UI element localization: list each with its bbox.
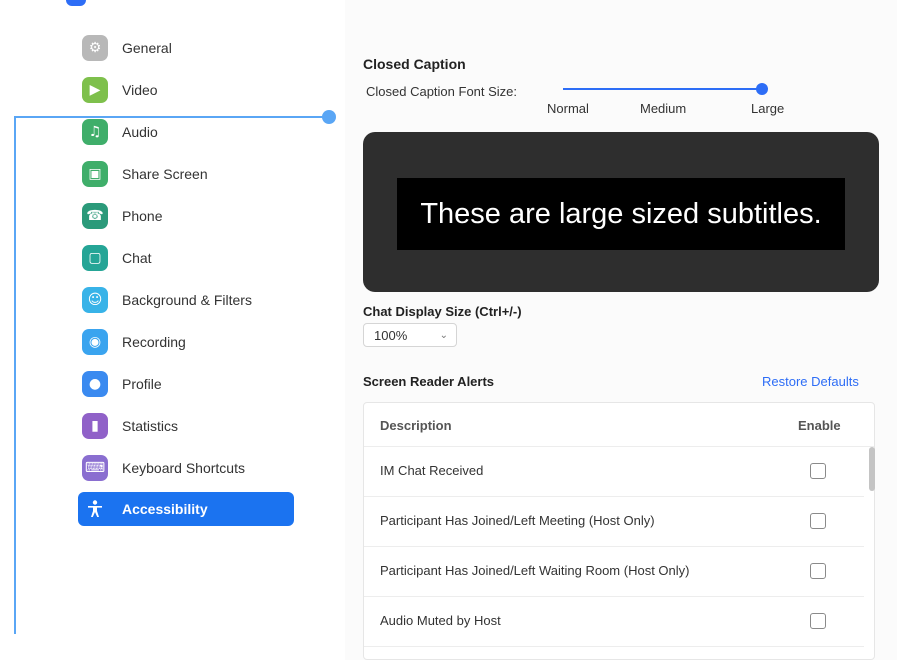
enable-checkbox[interactable] (810, 613, 826, 629)
sidebar-item-label: Phone (122, 208, 163, 224)
accessibility-icon (82, 496, 108, 522)
sidebar-item-phone[interactable]: ☎ Phone (78, 199, 294, 233)
slider-option-large: Large (751, 101, 785, 116)
row-description: Participant Has Joined/Left Meeting (Hos… (380, 513, 655, 528)
table-row: IM Chat Received (364, 447, 864, 497)
screen-reader-alerts-title: Screen Reader Alerts (363, 374, 495, 389)
row-description: Audio Muted by Host (380, 613, 501, 628)
sidebar-item-label: Audio (122, 124, 158, 140)
sidebar-item-label: Accessibility (122, 501, 208, 517)
sidebar-item-background-filters[interactable]: ☺ Background & Filters (78, 283, 294, 317)
column-header-enable: Enable (798, 418, 841, 433)
keyboard-icon: ⌨ (82, 455, 108, 481)
video-camera-icon: ▶ (82, 77, 108, 103)
connector-line (14, 116, 330, 118)
sidebar-item-general[interactable]: ⚙ General (78, 31, 294, 65)
sidebar-item-label: Chat (122, 250, 152, 266)
chat-display-size-select[interactable]: 100% ⌄ (363, 323, 457, 347)
recording-icon: ◉ (82, 329, 108, 355)
sidebar-item-profile[interactable]: ● Profile (78, 367, 294, 401)
screen-reader-alerts-table: Description Enable IM Chat Received Part… (363, 402, 875, 660)
column-header-description: Description (380, 418, 452, 433)
sidebar-item-label: General (122, 40, 172, 56)
restore-defaults-link[interactable]: Restore Defaults (762, 374, 859, 389)
sidebar-item-recording[interactable]: ◉ Recording (78, 325, 294, 359)
sidebar-item-accessibility[interactable]: Accessibility (78, 492, 294, 526)
row-description: IM Chat Received (380, 463, 484, 478)
sidebar-item-label: Recording (122, 334, 186, 350)
closed-caption-title: Closed Caption (363, 56, 466, 72)
connector-line-vertical (14, 116, 16, 634)
chat-display-size-title: Chat Display Size (Ctrl+/-) (363, 304, 522, 319)
phone-icon: ☎ (82, 203, 108, 229)
sidebar-item-share-screen[interactable]: ▣ Share Screen (78, 157, 294, 191)
sidebar-top-partial-item (66, 0, 86, 6)
sidebar-item-label: Profile (122, 376, 162, 392)
sidebar-item-label: Background & Filters (122, 292, 252, 308)
table-scrollbar[interactable] (869, 447, 875, 491)
caption-font-size-slider-track[interactable] (563, 88, 763, 90)
sidebar-item-video[interactable]: ▶ Video (78, 73, 294, 107)
sidebar-item-statistics[interactable]: ▮ Statistics (78, 409, 294, 443)
caption-preview-text-box: These are large sized subtitles. (397, 178, 845, 250)
table-row: Participant Has Joined/Left Waiting Room… (364, 547, 864, 597)
caption-font-size-label: Closed Caption Font Size: (366, 84, 518, 99)
settings-sidebar: ⚙ General ▶ Video ♫ Audio ▣ Share Screen… (0, 0, 310, 660)
table-row: Audio Muted by Host (364, 597, 864, 647)
accessibility-settings-panel: Closed Caption Closed Caption Font Size:… (345, 0, 897, 660)
sidebar-item-label: Share Screen (122, 166, 208, 182)
sidebar-item-label: Keyboard Shortcuts (122, 460, 245, 476)
sidebar-item-keyboard-shortcuts[interactable]: ⌨ Keyboard Shortcuts (78, 451, 294, 485)
slider-option-normal: Normal (547, 101, 589, 116)
chevron-down-icon: ⌄ (439, 329, 448, 341)
chat-bubble-icon: ▢ (82, 245, 108, 271)
sidebar-item-chat[interactable]: ▢ Chat (78, 241, 294, 275)
connector-dot (322, 110, 336, 124)
table-row: Participant Has Joined/Left Meeting (Hos… (364, 497, 864, 547)
sidebar-item-label: Video (122, 82, 158, 98)
sidebar-item-audio[interactable]: ♫ Audio (78, 115, 294, 149)
chat-display-size-value: 100% (374, 327, 408, 343)
slider-option-medium: Medium (640, 101, 687, 116)
enable-checkbox[interactable] (810, 563, 826, 579)
share-screen-icon: ▣ (82, 161, 108, 187)
table-header: Description Enable (364, 403, 874, 447)
statistics-icon: ▮ (82, 413, 108, 439)
sidebar-item-label: Statistics (122, 418, 179, 434)
row-description: Participant Has Joined/Left Waiting Room… (380, 563, 690, 578)
background-person-icon: ☺ (82, 287, 108, 313)
caption-preview: These are large sized subtitles. (363, 132, 879, 292)
caption-font-size-slider-thumb[interactable] (756, 83, 768, 95)
enable-checkbox[interactable] (810, 513, 826, 529)
gear-icon: ⚙ (82, 35, 108, 61)
headphones-icon: ♫ (82, 119, 108, 145)
caption-preview-text: These are large sized subtitles. (420, 197, 822, 230)
enable-checkbox[interactable] (810, 463, 826, 479)
profile-icon: ● (82, 371, 108, 397)
